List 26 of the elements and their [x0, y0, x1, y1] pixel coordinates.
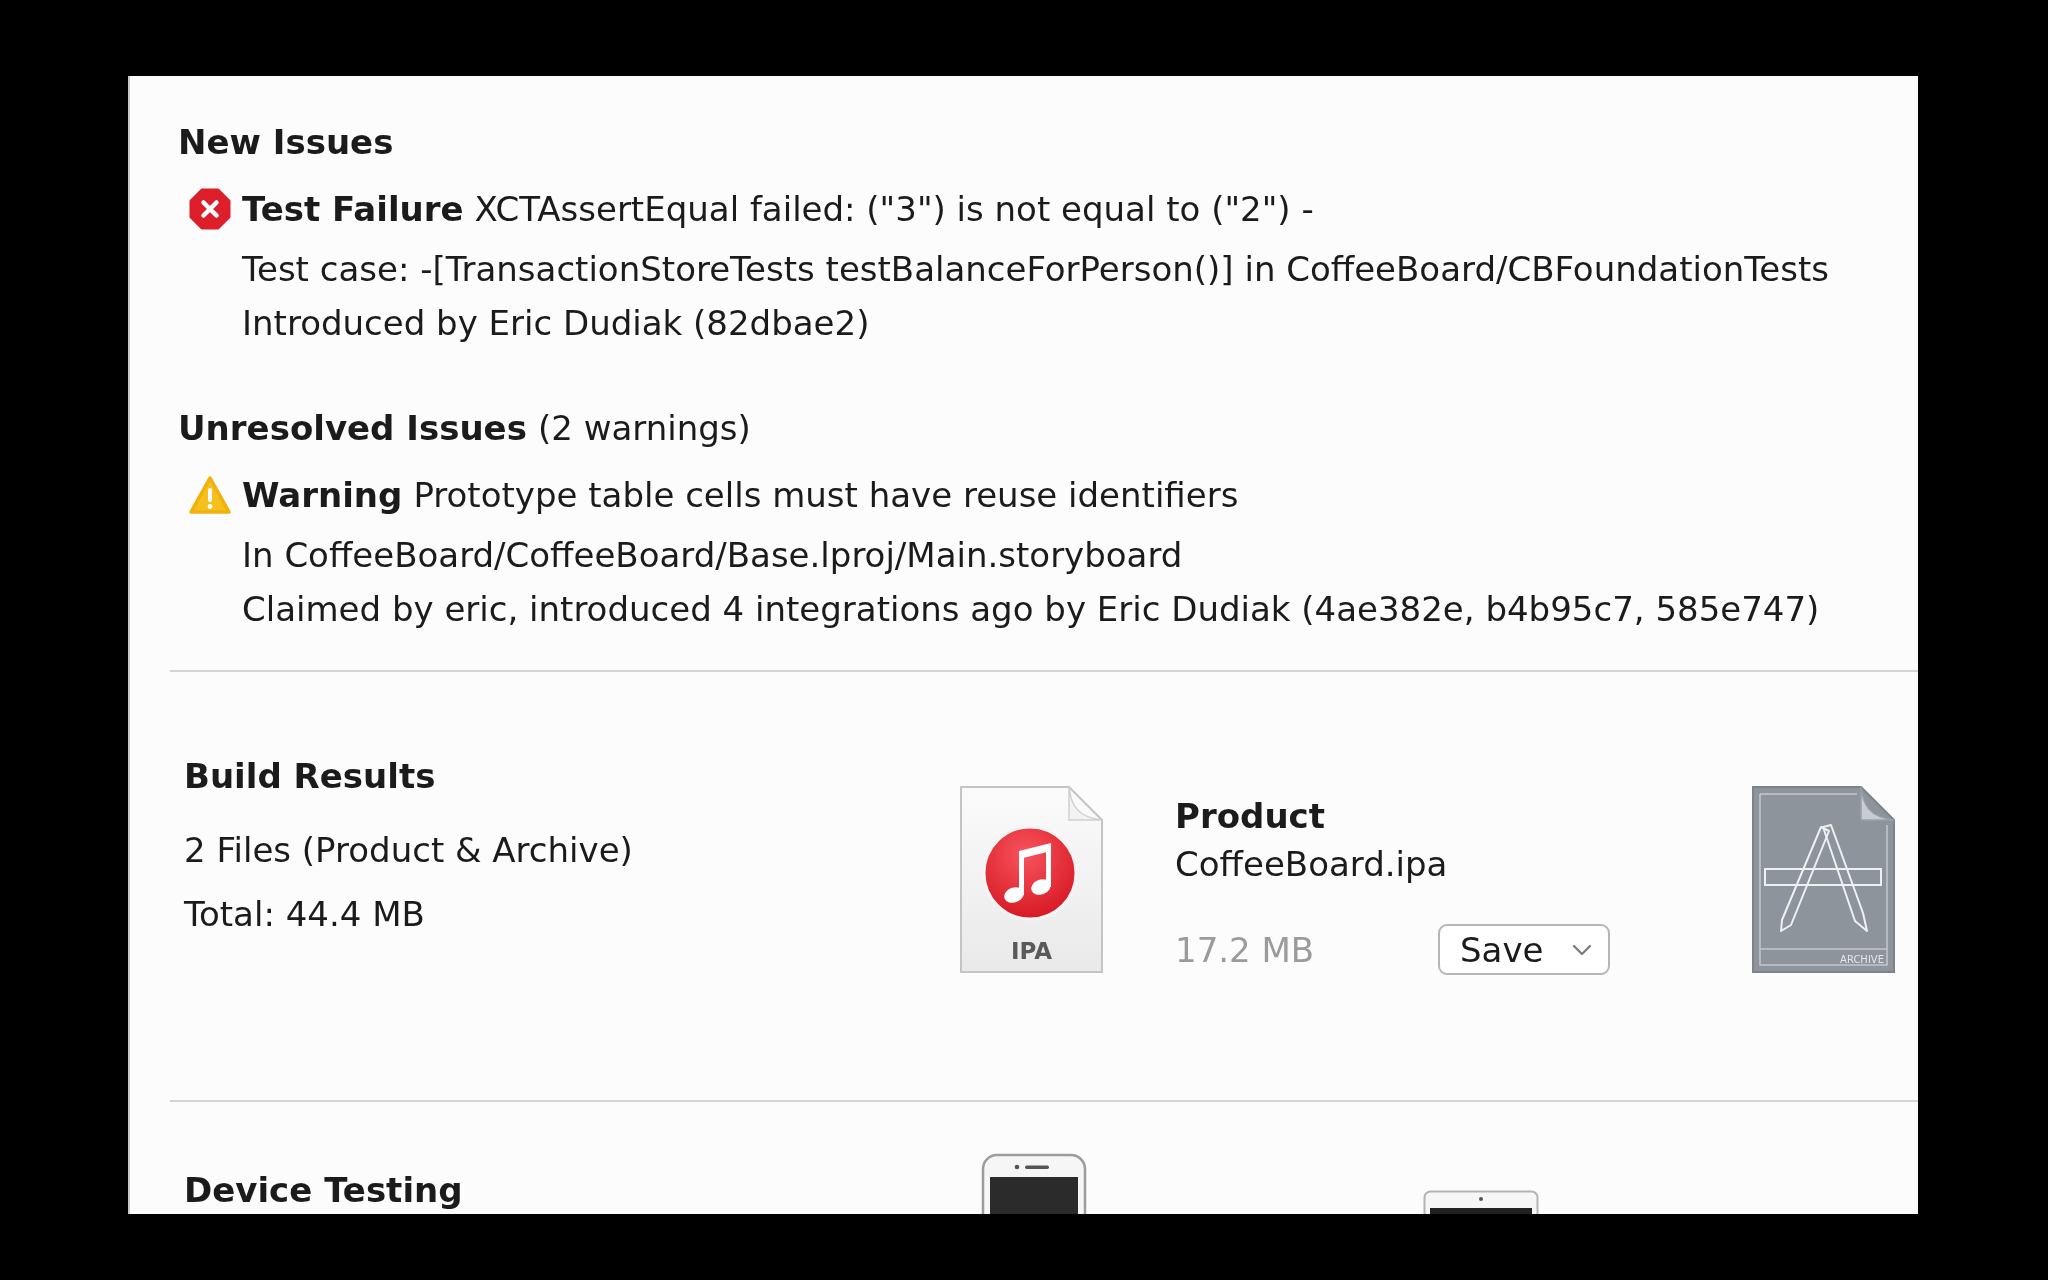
issue-type: Warning	[242, 475, 403, 515]
issue-detail: Claimed by eric, introduced 4 integrations ago by Eric Dudiak (4ae382e, b4b95c7, 585e747)	[242, 588, 1821, 631]
file-size: 17.2 MB	[1175, 929, 1316, 970]
error-icon	[189, 188, 231, 230]
ipa-file-icon	[959, 785, 1104, 974]
chevron-down-icon	[1572, 943, 1592, 956]
issue-detail: In CoffeeBoard/CoffeeBoard/Base.lproj/Main.storyboard	[242, 534, 1184, 577]
issue-type: Test Failure	[242, 189, 464, 229]
section-title: Device Testing	[184, 1169, 464, 1212]
file-name: CoffeeBoard.ipa	[1175, 843, 1449, 886]
save-button[interactable]: Save	[1438, 924, 1610, 975]
issue-message: XCTAssertEqual failed: ("3") is not equal to ("2") -	[474, 189, 1314, 229]
warning-icon	[189, 474, 231, 516]
archive-file-icon	[1751, 785, 1896, 974]
file-title: Product	[1175, 795, 1326, 838]
section-summary: (2 warnings)	[537, 407, 751, 450]
section-title: New Issues	[178, 121, 394, 164]
build-total: Total: 44.4 MB	[184, 893, 426, 936]
file-type-label: ARCHIVE	[1840, 954, 1884, 966]
issue-message: Prototype table cells must have reuse identifiers	[413, 475, 1239, 515]
issue-detail: Introduced by Eric Dudiak (82dbae2)	[242, 302, 871, 345]
section-title: Build Results	[184, 755, 437, 798]
file-type-label: IPA	[1010, 937, 1053, 965]
section-title: Unresolved Issues	[178, 407, 527, 450]
build-summary: 2 Files (Product & Archive)	[184, 829, 634, 872]
issue-detail: Test case: -[TransactionStoreTests testBalanceForPerson()] in CoffeeBoard/CBFoundationTests	[242, 248, 1830, 291]
